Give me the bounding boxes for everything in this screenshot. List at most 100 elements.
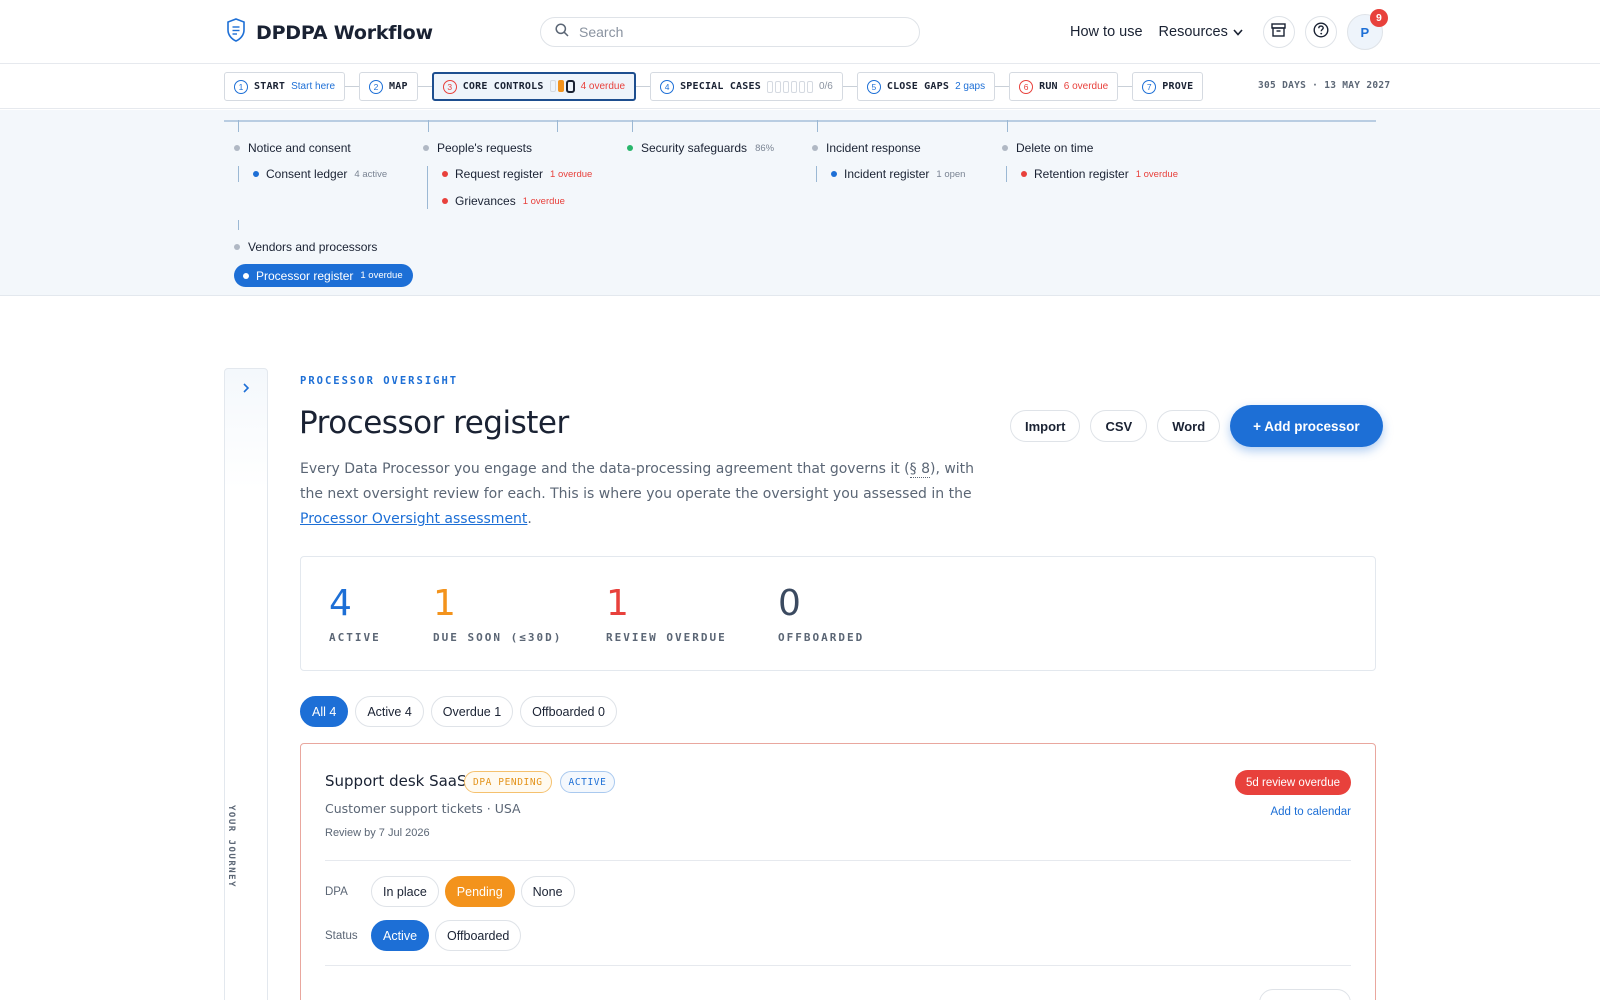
add-processor-button[interactable]: + Add processor [1230, 405, 1383, 447]
journey-sub-request-register[interactable]: Request register 1 overdue [442, 166, 592, 182]
search-input[interactable] [579, 24, 879, 40]
sub-meta: 1 overdue [550, 168, 593, 180]
journey-sub-grievances[interactable]: Grievances 1 overdue [442, 193, 592, 209]
filter-offboarded[interactable]: Offboarded 0 [520, 696, 617, 727]
step-label: SPECIAL CASES [680, 81, 761, 92]
step-special-cases[interactable]: 4 SPECIAL CASES 0/6 [650, 72, 843, 101]
chevron-right-icon [241, 381, 251, 398]
step-label: MAP [389, 81, 408, 92]
progress-segment [790, 80, 797, 93]
help-button[interactable] [1304, 16, 1337, 48]
section-reference[interactable]: § 8 [909, 461, 930, 478]
deadline-countdown: 305 DAYS · 13 MAY 2027 [1258, 80, 1391, 91]
status-selector: Status Active Offboarded [325, 920, 522, 951]
sub-meta: 1 overdue [360, 270, 403, 281]
step-label: CLOSE GAPS [886, 81, 950, 92]
how-to-use-link[interactable]: How to use [1070, 24, 1143, 40]
step-number: 3 [442, 79, 457, 94]
status-option-active[interactable]: Active [371, 920, 430, 951]
assessment-link[interactable]: Processor Oversight assessment [300, 511, 527, 527]
overdue-badge: 5d review overdue [1235, 770, 1351, 795]
processor-subtitle: Customer support tickets · USA [325, 801, 521, 816]
sub-meta: 4 active [354, 168, 388, 180]
sub-label: Grievances [455, 194, 516, 208]
journey-node[interactable]: Vendors and processors [234, 239, 413, 255]
filter-all[interactable]: All 4 [300, 696, 349, 727]
journey-node[interactable]: People's requests [423, 140, 592, 156]
journey-vendors-processors: Vendors and processors Processor registe… [234, 239, 413, 287]
top-header: DPDPA Workflow How to use Resources P [0, 0, 1600, 64]
section-eyebrow: PROCESSOR OVERSIGHT [300, 375, 459, 387]
node-label: Delete on time [1016, 141, 1094, 155]
add-to-calendar-link[interactable]: Add to calendar [1270, 806, 1351, 818]
step-number: 7 [1142, 79, 1157, 94]
brand[interactable]: DPDPA Workflow [226, 18, 433, 47]
status-option-offboarded[interactable]: Offboarded [435, 920, 522, 951]
journey-peoples-requests: People's requests Request register 1 over… [423, 140, 592, 209]
user-avatar[interactable]: P 9 [1346, 9, 1388, 50]
stat-label: OFFBOARDED [778, 631, 865, 644]
step-connector [995, 86, 1010, 87]
journey-tick [817, 120, 818, 132]
journey-map: Notice and consent Consent ledger 4 activ… [0, 110, 1600, 296]
dpa-status-badge: DPA PENDING [464, 771, 552, 793]
processor-status-badge: ACTIVE [559, 771, 616, 793]
journey-tick [632, 120, 633, 132]
dpa-option-none[interactable]: None [520, 876, 575, 907]
step-status: 6 overdue [1063, 81, 1109, 92]
status-label: Status [325, 929, 358, 942]
node-label: Incident response [826, 141, 921, 155]
filter-active[interactable]: Active 4 [355, 696, 424, 727]
journey-node[interactable]: Incident response [812, 140, 965, 156]
step-progress [549, 80, 575, 93]
stat-offboarded: 0 OFFBOARDED [778, 585, 865, 645]
step-close-gaps[interactable]: 5 CLOSE GAPS 2 gaps [856, 72, 996, 101]
search-box[interactable] [540, 17, 920, 47]
journey-tick [238, 220, 239, 230]
archive-button[interactable] [1262, 16, 1295, 48]
avatar-initial: P [1360, 24, 1370, 40]
node-label: Vendors and processors [248, 240, 378, 254]
sub-label: Request register [455, 167, 544, 181]
filter-overdue[interactable]: Overdue 1 [430, 696, 514, 727]
csv-export-button[interactable]: CSV [1090, 410, 1148, 442]
journey-tick [557, 120, 558, 132]
step-prove[interactable]: 7 PROVE [1132, 72, 1204, 101]
journey-node[interactable]: Notice and consent [234, 140, 387, 156]
import-button[interactable]: Import [1010, 410, 1081, 442]
node-dot [253, 171, 259, 177]
journey-sub-consent-ledger[interactable]: Consent ledger 4 active [253, 166, 387, 182]
archive-icon [1271, 22, 1287, 42]
step-start[interactable]: 1 START Start here [224, 72, 346, 101]
step-number: 4 [660, 79, 675, 94]
step-core-controls[interactable]: 3 CORE CONTROLS 4 overdue [431, 72, 637, 101]
expand-rail-button[interactable] [241, 381, 251, 399]
journey-sub-retention-register[interactable]: Retention register 1 overdue [1021, 166, 1178, 182]
help-icon [1313, 21, 1329, 43]
node-label: Notice and consent [248, 141, 351, 155]
step-connector [345, 86, 360, 87]
search-icon [555, 22, 569, 42]
sub-meta: 1 overdue [522, 195, 565, 207]
desc-text: . [527, 511, 532, 527]
journey-node[interactable]: Security safeguards 86% [627, 140, 774, 156]
word-export-button[interactable]: Word [1157, 410, 1221, 442]
journey-sub-incident-register[interactable]: Incident register 1 open [831, 166, 965, 182]
card-next-action-button[interactable] [1259, 989, 1351, 1000]
node-dot [234, 244, 240, 250]
node-dot [442, 171, 448, 177]
step-status: 2 gaps [955, 81, 986, 92]
step-map[interactable]: 2 MAP [359, 72, 418, 101]
node-dot [1002, 145, 1008, 151]
journey-node[interactable]: Delete on time [1002, 140, 1178, 156]
progress-segment [782, 80, 789, 93]
step-run[interactable]: 6 RUN 6 overdue [1009, 72, 1119, 101]
dpa-label: DPA [325, 885, 348, 898]
shield-logo-icon [226, 18, 246, 47]
journey-sub-processor-register[interactable]: Processor register 1 overdue [234, 264, 413, 287]
dpa-option-pending[interactable]: Pending [444, 876, 515, 907]
resources-menu[interactable]: Resources [1159, 24, 1243, 40]
processor-name: Support desk SaaS [325, 772, 467, 790]
journey-security-safeguards: Security safeguards 86% [627, 140, 774, 156]
dpa-option-in-place[interactable]: In place [371, 876, 439, 907]
